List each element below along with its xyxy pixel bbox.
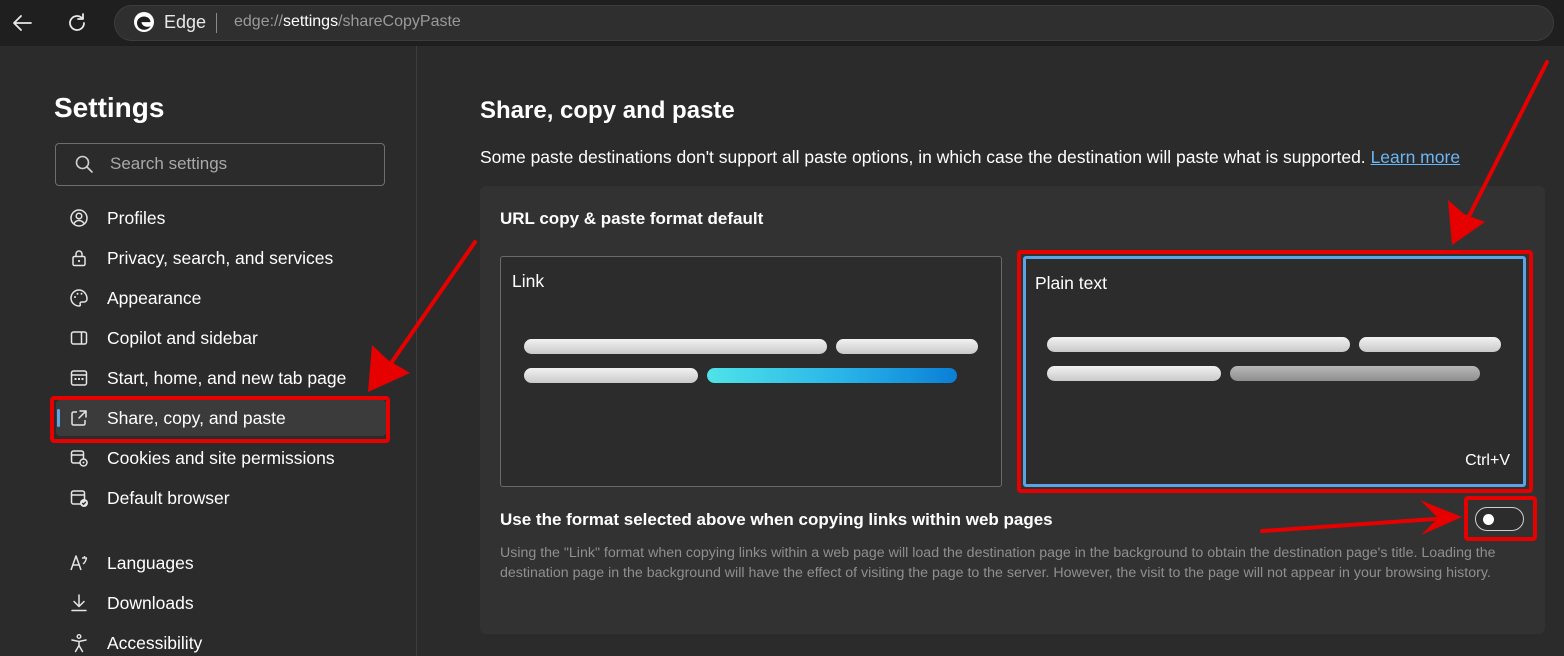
- sidebar-item-label: Default browser: [107, 487, 230, 508]
- accessibility-icon: [69, 633, 89, 653]
- languages-icon: [69, 553, 89, 573]
- learn-more-link[interactable]: Learn more: [1371, 147, 1461, 167]
- sidebar-item-copilot[interactable]: Copilot and sidebar: [56, 320, 386, 356]
- lock-icon: [69, 248, 89, 268]
- copy-links-help-text: Using the "Link" format when copying lin…: [500, 545, 1496, 581]
- sidebar-item-label: Languages: [107, 552, 194, 573]
- search-icon: [75, 155, 93, 173]
- sidebar-item-label: Profiles: [107, 207, 166, 228]
- url-format-heading: URL copy & paste format default: [500, 209, 764, 228]
- sidebar-item-default-browser[interactable]: Default browser: [56, 480, 386, 516]
- highlight-box-share-item: [50, 396, 390, 443]
- preview-text-line: [524, 368, 698, 383]
- sidebar-item-label: Accessibility: [107, 632, 203, 653]
- sidebar-item-languages[interactable]: Languages: [56, 545, 386, 581]
- sidebar-item-label: Cookies and site permissions: [107, 447, 335, 468]
- browser-brand-label: Edge: [164, 12, 207, 32]
- copy-links-toggle-label: Use the format selected above when copyi…: [500, 510, 1053, 529]
- page-title: Share, copy and paste: [480, 97, 735, 124]
- sidebar-item-profiles[interactable]: Profiles: [56, 200, 386, 236]
- sidebar-item-privacy[interactable]: Privacy, search, and services: [56, 240, 386, 276]
- edge-logo-icon: [134, 12, 154, 32]
- search-settings-input[interactable]: [110, 151, 370, 177]
- sidebar-item-appearance[interactable]: Appearance: [56, 280, 386, 316]
- settings-title: Settings: [54, 92, 165, 123]
- sidebar-item-cookies[interactable]: Cookies and site permissions: [56, 440, 386, 476]
- sidebar-item-accessibility[interactable]: Accessibility: [56, 625, 386, 656]
- link-option-label: Link: [512, 271, 545, 291]
- back-button[interactable]: [6, 8, 38, 38]
- sidebar-item-downloads[interactable]: Downloads: [56, 585, 386, 621]
- sidebar-item-label: Appearance: [107, 287, 202, 308]
- sidebar-item-label: Copilot and sidebar: [107, 327, 258, 348]
- profile-icon: [69, 208, 89, 228]
- palette-icon: [69, 288, 89, 308]
- site-permissions-icon: [69, 448, 89, 468]
- highlight-box-plain-text: [1017, 250, 1533, 493]
- default-browser-icon: [69, 488, 89, 508]
- sidebar-item-label: Downloads: [107, 592, 194, 613]
- url-text[interactable]: edge://settings/shareCopyPaste: [234, 13, 461, 31]
- page-description: Some paste destinations don't support al…: [480, 147, 1460, 168]
- new-tab-page-icon: [69, 368, 89, 388]
- address-separator: [216, 13, 217, 33]
- sidebar-panel-icon: [69, 328, 89, 348]
- refresh-button[interactable]: [61, 8, 93, 38]
- back-arrow-icon: [13, 15, 32, 31]
- highlight-box-toggle: [1464, 496, 1537, 541]
- download-icon: [69, 593, 89, 613]
- sidebar-divider: [416, 46, 417, 656]
- link-format-option[interactable]: Link: [500, 256, 1002, 487]
- preview-hyperlink-line: [707, 368, 957, 383]
- page-description-text: Some paste destinations don't support al…: [480, 147, 1366, 167]
- preview-text-line: [836, 339, 978, 354]
- url-path: /shareCopyPaste: [338, 13, 461, 30]
- refresh-icon: [69, 13, 85, 31]
- preview-text-line: [524, 339, 827, 354]
- sidebar-item-label: Privacy, search, and services: [107, 247, 334, 268]
- sidebar-item-label: Start, home, and new tab page: [107, 367, 347, 388]
- sidebar-item-start-home[interactable]: Start, home, and new tab page: [56, 360, 386, 396]
- url-host: settings: [282, 13, 339, 30]
- url-scheme: edge://: [234, 13, 283, 30]
